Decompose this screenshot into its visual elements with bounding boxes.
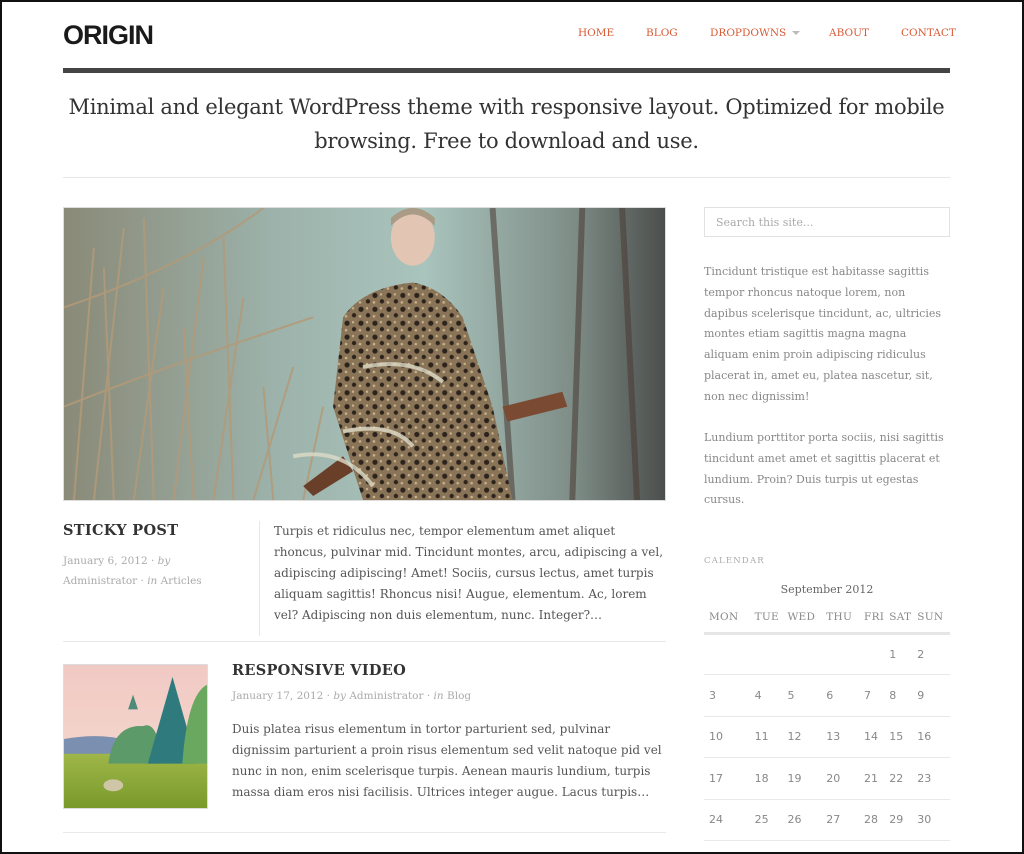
calendar-day-cell: 30 — [912, 799, 950, 841]
calendar-day-cell: 8 — [884, 674, 913, 717]
nav-dropdowns[interactable]: DROPDOWNS — [710, 27, 801, 39]
header-divider-bar — [63, 68, 950, 73]
tagline-divider — [63, 177, 950, 178]
calendar-week-row: 17 18 19 20 21 22 23 — [704, 757, 950, 800]
calendar-day-cell: 9 — [912, 674, 950, 717]
calendar-day-header: THU — [821, 603, 859, 635]
post-thumbnail[interactable] — [63, 664, 208, 809]
chevron-down-icon — [792, 31, 801, 35]
calendar-week-row: 10 11 12 13 14 15 16 — [704, 716, 950, 758]
calendar-caption: September 2012 — [780, 583, 874, 596]
woman-in-leopard-coat-photo — [64, 208, 665, 500]
post-date[interactable]: January 6, 2012 — [63, 555, 148, 567]
post-title[interactable]: STICKY POST — [63, 522, 178, 539]
calendar-day-header: TUE — [749, 603, 783, 635]
calendar-day-cell: 26 — [782, 799, 822, 841]
calendar-day-cell: 12 — [782, 716, 822, 758]
calendar-widget-title: CALENDAR — [704, 556, 765, 566]
nav-contact[interactable]: CONTACT — [901, 27, 956, 39]
site-logo[interactable]: ORIGIN — [63, 20, 154, 51]
calendar-day-cell — [704, 633, 750, 675]
calendar-day-cell: 4 — [749, 674, 783, 717]
post-author[interactable]: Administrator — [63, 575, 137, 587]
calendar-day-cell: 5 — [782, 674, 822, 717]
forest-landscape-thumbnail — [64, 665, 207, 808]
calendar-day-cell: 6 — [821, 674, 859, 717]
calendar-day-header: FRI — [859, 603, 885, 635]
nav-blog[interactable]: BLOG — [646, 27, 678, 39]
calendar-body: 1 2 3 4 5 6 7 8 9 10 11 12 13 14 15 16 17 18 19 20 21 22 23 24 2… — [704, 633, 950, 841]
calendar-day-cell: 19 — [782, 757, 822, 800]
calendar-week-row: 3456789 — [704, 674, 950, 717]
calendar-day-cell — [749, 633, 783, 675]
calendar-day-cell: 10 — [704, 716, 750, 758]
calendar-day-cell: 7 — [859, 674, 885, 717]
calendar-day-cell: 17 — [704, 757, 750, 800]
post-meta: January 17, 2012 · by Administrator · in… — [232, 690, 472, 702]
calendar-day-header: WED — [782, 603, 822, 635]
post-title-text: RESPONSIVE VIDEO — [232, 662, 407, 679]
calendar-day-cell: 16 — [912, 716, 950, 758]
calendar-day-cell: 21 — [859, 757, 885, 800]
post-date[interactable]: January 17, 2012 — [232, 690, 323, 702]
calendar-day-cell: 3 — [704, 674, 750, 717]
calendar-day-header: SUN — [912, 603, 950, 635]
calendar-day-header: SAT — [884, 603, 913, 635]
calendar-day-cell: 15 — [884, 716, 913, 758]
nav-dropdowns-label: DROPDOWNS — [710, 27, 787, 39]
calendar-day-cell: 18 — [749, 757, 783, 800]
calendar-day-cell: 2 — [912, 633, 950, 675]
calendar-day-cell: 23 — [912, 757, 950, 800]
calendar-day-cell: 24 — [704, 799, 750, 841]
site-tagline: Minimal and elegant WordPress theme with… — [68, 95, 945, 153]
calendar-day-cell: 22 — [884, 757, 913, 800]
post-excerpt: Duis platea risus elementum in tortor pa… — [232, 722, 662, 799]
calendar-day-cell: 25 — [749, 799, 783, 841]
calendar-day-cell — [859, 633, 885, 675]
calendar-day-cell: 13 — [821, 716, 859, 758]
post-in: in — [147, 575, 158, 587]
calendar-day-cell: 29 — [884, 799, 913, 841]
calendar-day-cell — [782, 633, 822, 675]
sidebar-text-widget-p1: Tincidunt tristique est habitasse sagitt… — [704, 265, 941, 403]
calendar-week-row: 12 — [704, 633, 950, 675]
post-title-text: STICKY POST — [63, 522, 179, 539]
featured-image[interactable] — [63, 207, 666, 501]
post-category[interactable]: Blog — [447, 690, 471, 702]
calendar-day-cell: 14 — [859, 716, 885, 758]
calendar-day-cell: 1 — [884, 633, 913, 675]
post-meta-divider — [259, 521, 260, 636]
calendar-day-cell: 28 — [859, 799, 885, 841]
post-by: by — [157, 555, 171, 567]
post-category[interactable]: Articles — [161, 575, 202, 587]
post-meta: January 6, 2012 · by Administrator · in … — [63, 555, 202, 587]
calendar-header-row: MON TUE WED THU FRI SAT SUN — [704, 603, 950, 635]
calendar-week-row: 24 25 26 27 28 29 30 — [704, 799, 950, 841]
post-in: in — [433, 690, 444, 702]
nav-about[interactable]: ABOUT — [829, 27, 869, 39]
calendar-day-cell — [821, 633, 859, 675]
site-header: ORIGIN HOME BLOG DROPDOWNS ABOUT CONTACT — [63, 0, 956, 74]
post-title[interactable]: RESPONSIVE VIDEO — [232, 662, 406, 679]
calendar-day-cell: 27 — [821, 799, 859, 841]
calendar-table: MON TUE WED THU FRI SAT SUN 1 2 3 4 5 6 7 8 9 10 1… — [704, 603, 950, 841]
search-input[interactable] — [704, 207, 950, 237]
nav-home[interactable]: HOME — [578, 27, 614, 39]
post-divider — [63, 832, 666, 833]
calendar-day-cell: 11 — [749, 716, 783, 758]
calendar-day-cell: 20 — [821, 757, 859, 800]
post-author[interactable]: Administrator — [349, 690, 423, 702]
calendar-day-header: MON — [704, 603, 750, 635]
post-excerpt: Turpis et ridiculus nec, tempor elementu… — [274, 524, 664, 622]
post-divider — [63, 641, 666, 642]
post-by: by — [333, 690, 346, 702]
sidebar-text-widget-p2: Lundium porttitor porta sociis, nisi sag… — [704, 431, 944, 507]
